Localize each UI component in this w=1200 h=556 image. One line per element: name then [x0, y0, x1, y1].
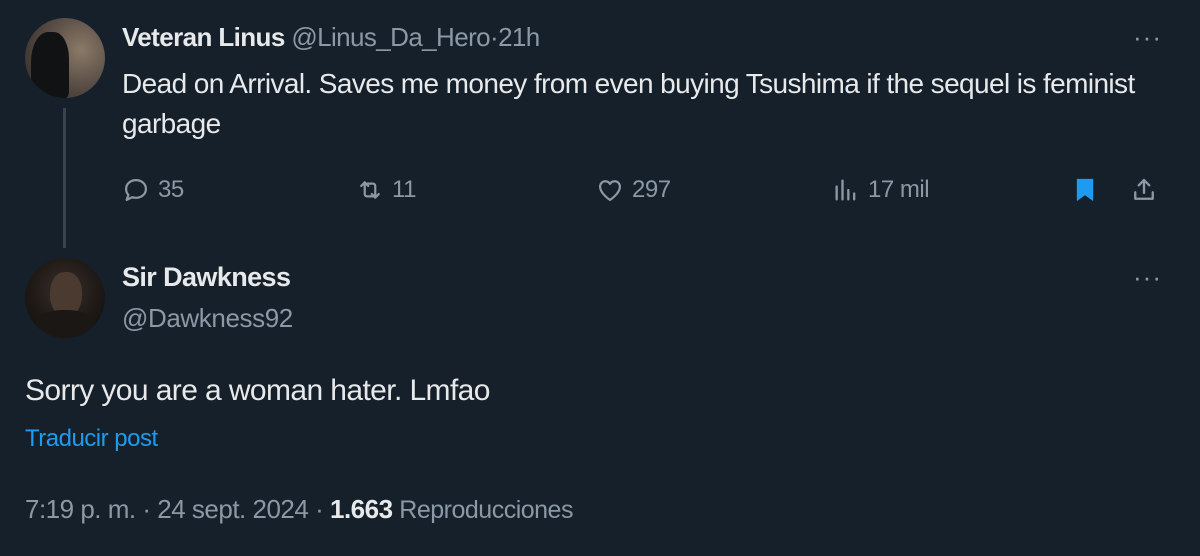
main-display-name[interactable]: Sir Dawkness [122, 262, 291, 293]
retweet-button[interactable]: 11 [356, 176, 416, 204]
comment-icon [124, 178, 148, 202]
parent-handle[interactable]: @Linus_Da_Hero [291, 22, 490, 52]
tweet-time[interactable]: 7:19 p. m. [25, 494, 136, 524]
main-views-label: Reproducciones [399, 496, 573, 524]
reply-button[interactable]: 35 [122, 176, 184, 204]
like-button[interactable]: 297 [596, 176, 671, 204]
separator-dot: · [490, 22, 499, 52]
main-views-count: 1.663 [329, 494, 393, 524]
retweet-count: 11 [392, 176, 416, 203]
analytics-icon [835, 179, 856, 201]
bookmark-icon [1076, 178, 1094, 202]
tweet-date[interactable]: 24 sept. 2024 [157, 494, 309, 524]
views-button[interactable]: 17 mil [832, 176, 930, 204]
retweet-icon [360, 181, 380, 199]
separator-dot: · [142, 494, 151, 524]
parent-action-bar: 35 11 297 17 mil [0, 170, 1200, 210]
like-count: 297 [632, 176, 671, 203]
reply-count: 35 [158, 176, 184, 203]
main-handle[interactable]: @Dawkness92 [122, 303, 293, 334]
main-avatar[interactable] [25, 258, 105, 338]
main-more-options-icon[interactable]: ··· [1133, 264, 1162, 290]
main-tweet-text: Sorry you are a woman hater. Lmfao [25, 374, 490, 407]
avatar-shoulders [33, 310, 97, 338]
parent-more-options-icon[interactable]: ··· [1133, 24, 1162, 50]
avatar-silhouette [31, 32, 69, 98]
tweet-metadata: 7:19 p. m. · 24 sept. 2024 · 1.663 Repro… [25, 494, 573, 525]
share-icon [1134, 178, 1154, 200]
parent-tweet[interactable]: Veteran Linus @Linus_Da_Hero·21h ··· Dea… [0, 0, 1200, 250]
share-button[interactable] [1130, 176, 1166, 204]
parent-avatar[interactable] [25, 18, 105, 98]
parent-tweet-text: Dead on Arrival. Saves me money from eve… [122, 68, 1135, 139]
parent-tweet-header: Veteran Linus @Linus_Da_Hero·21h [122, 22, 540, 53]
bookmark-button[interactable] [1071, 176, 1107, 204]
separator-dot: · [315, 494, 324, 524]
translate-post-link[interactable]: Traducir post [25, 425, 158, 453]
parent-timestamp[interactable]: 21h [498, 22, 540, 52]
heart-icon [598, 180, 622, 202]
views-count: 17 mil [868, 176, 930, 203]
parent-display-name[interactable]: Veteran Linus [122, 22, 285, 52]
